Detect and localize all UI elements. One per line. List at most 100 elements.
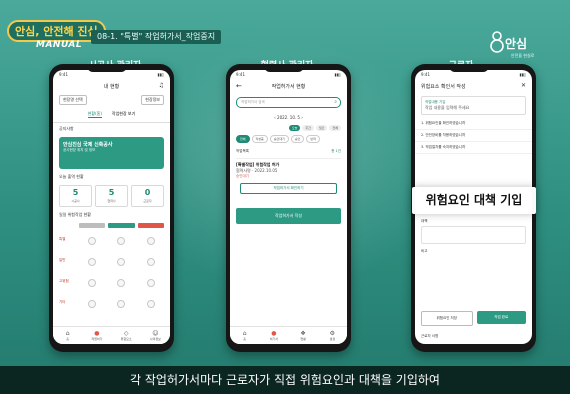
grid-cell[interactable] — [117, 258, 126, 266]
topic-label: 08-1. "특별" 작업허가서_작업중지 — [91, 30, 222, 44]
brand-name: 안심 — [505, 37, 528, 51]
home-icon: ⌂ — [242, 330, 247, 337]
complete-button[interactable]: 작업 완료 — [476, 311, 526, 324]
nav-label: 현황 — [300, 337, 306, 341]
grid-cell[interactable] — [146, 237, 155, 245]
grid-row: 특별 — [53, 229, 170, 250]
tab-home[interactable]: 현황(홈) — [87, 111, 102, 118]
nav-label: 홈 — [243, 337, 246, 341]
filter-pill[interactable]: 작성중 — [251, 135, 268, 143]
grid-row: 일반 — [53, 250, 170, 271]
list-item[interactable]: [특별작업] 위험작업 허가 협력사명 · 2022.10.05 승인대기 — [236, 158, 341, 179]
grid-cell[interactable] — [117, 300, 126, 308]
grid-row: 기타 — [53, 292, 170, 313]
nav-status[interactable]: ❖ 현황 — [293, 330, 313, 341]
close-icon[interactable]: ✕ — [521, 82, 526, 89]
nav-label: 나의정보 — [149, 337, 161, 341]
nav-label: 허가서 — [269, 337, 279, 341]
site-info-chip[interactable]: 현장정보 — [141, 95, 164, 105]
grid-header-chip — [137, 223, 164, 228]
task-box-value: 작업 내용을 입력해 주세요 — [425, 105, 470, 110]
grid-cell[interactable] — [146, 300, 155, 308]
grid-label: 일일 위험작업 현황 — [59, 212, 91, 217]
grid-cell[interactable] — [88, 237, 97, 245]
tab-site[interactable]: 작업현장 보기 — [112, 111, 135, 118]
battery-icon: ▮▮▯ — [334, 72, 341, 77]
segment-all[interactable]: 전체 — [329, 125, 341, 131]
battery-icon: ▮▮▯ — [519, 72, 526, 77]
grid-cell[interactable] — [88, 300, 97, 308]
checklist-item[interactable]: 1. 위험요인을 확인하였습니까 — [415, 118, 532, 130]
date-selector[interactable]: ‹ 2022. 10. 5 › — [230, 112, 347, 123]
status-filter: 전체 작성중 승인대기 승인 반려 — [230, 133, 347, 145]
checklist-item[interactable]: 2. 안전장비를 착용하였습니까 — [415, 130, 532, 142]
nav-label: 위험요소 — [120, 337, 132, 341]
grid-row-label: 기타 — [59, 300, 66, 304]
stat-card[interactable]: 5 시공사 — [59, 185, 92, 207]
countermeasure-field[interactable] — [421, 226, 526, 244]
grid-row-label: 특별 — [59, 237, 66, 241]
view-permit-button[interactable]: 작업허가서 확인하기 — [240, 183, 337, 194]
bell-icon[interactable]: ♫ — [159, 82, 164, 89]
screen-title: ← 작업허가서 현황 — [230, 80, 347, 93]
site-select-chip[interactable]: 현장명 선택 — [59, 95, 87, 105]
battery-icon: ▮▮▯ — [157, 72, 164, 77]
status-time: 9:41 — [59, 72, 68, 77]
nav-profile[interactable]: ☺ 나의정보 — [145, 330, 165, 341]
grid-icon: ❖ — [300, 330, 306, 337]
nav-settings[interactable]: ⚙ 설정 — [322, 330, 342, 341]
nav-risk[interactable]: ◇ 위험요소 — [116, 330, 136, 341]
notice-label: 공지사항 — [59, 126, 74, 131]
permit-icon: ● — [94, 330, 100, 337]
callout-label: 위험요인 대책 기입 — [412, 187, 536, 214]
filter-pill[interactable]: 승인대기 — [269, 135, 289, 143]
manual-label: MANUAL — [36, 40, 83, 50]
grid-cell[interactable] — [146, 258, 155, 266]
back-arrow-icon[interactable]: ← — [236, 82, 242, 90]
brand-logo-icon — [490, 31, 504, 53]
segment-month[interactable]: 월간 — [315, 125, 328, 131]
screen-title-text: 내 현황 — [103, 84, 120, 90]
filter-pill[interactable]: 반려 — [306, 135, 320, 143]
grid-cell[interactable] — [146, 279, 155, 287]
task-box[interactable]: 작업내용 기입 작업 내용을 입력해 주세요 — [421, 96, 526, 115]
search-placeholder: 작업허가서 검색 — [241, 100, 265, 104]
nav-home[interactable]: ⌂ 홈 — [58, 330, 78, 341]
grid-header — [53, 221, 170, 229]
filter-pill[interactable]: 전체 — [236, 135, 250, 143]
checklist-item[interactable]: 3. 작업절차를 숙지하였습니까 — [415, 142, 532, 154]
segment-week[interactable]: 주간 — [302, 125, 314, 131]
filter-pill[interactable]: 승인 — [290, 135, 305, 143]
grid-cell[interactable] — [117, 279, 126, 287]
site-card[interactable]: 안심진심 국제 신축공사 공사현장 위치 및 정보 — [59, 137, 164, 169]
phone-notch — [449, 64, 489, 72]
stat-number: 5 — [108, 188, 115, 197]
site-card-desc: 공사현장 위치 및 정보 — [63, 148, 96, 152]
search-icon[interactable]: ⌕ — [334, 98, 337, 106]
video-frame: 안심, 안전해 진심 MANUAL 08-1. "특별" 작업허가서_작업중지 … — [0, 0, 570, 394]
stat-card[interactable]: 0 근로자 — [131, 185, 164, 207]
nav-permit[interactable]: ● 허가서 — [264, 330, 284, 341]
gear-icon: ⚙ — [329, 330, 336, 337]
stat-card[interactable]: 5 협력사 — [95, 185, 128, 207]
site-card-title: 안심진심 국제 신축공사 — [63, 142, 113, 148]
nav-permit[interactable]: ● 작업허가 — [87, 330, 107, 341]
grid-cell[interactable] — [88, 258, 97, 266]
home-icon: ⌂ — [65, 330, 70, 337]
phone-screen: 9:41 ▮▮▯ ← 작업허가서 현황 작업허가서 검색 ⌕ ‹ 2022. 10… — [230, 70, 347, 344]
nav-home[interactable]: ⌂ 홈 — [235, 330, 255, 341]
search-input[interactable]: 작업허가서 검색 ⌕ — [236, 97, 341, 108]
save-risk-button[interactable]: 위험요인 저장 — [421, 311, 473, 326]
stat-number: 5 — [72, 188, 79, 197]
field-label: 대책 — [421, 219, 428, 223]
grid-cell[interactable] — [117, 237, 126, 245]
warning-icon: ◇ — [123, 330, 129, 337]
create-permit-button[interactable]: 작업허가서 작성 — [236, 208, 341, 224]
item-badge: 승인대기 — [236, 174, 249, 178]
action-buttons: 위험요인 저장 작업 완료 — [421, 311, 526, 326]
signature-label: 근로자 서명 — [421, 334, 439, 338]
grid-row-label: 일반 — [59, 258, 66, 262]
grid-cell[interactable] — [88, 279, 97, 287]
segment-today[interactable]: 오늘 — [288, 125, 301, 131]
grid-header-chip — [79, 223, 106, 228]
